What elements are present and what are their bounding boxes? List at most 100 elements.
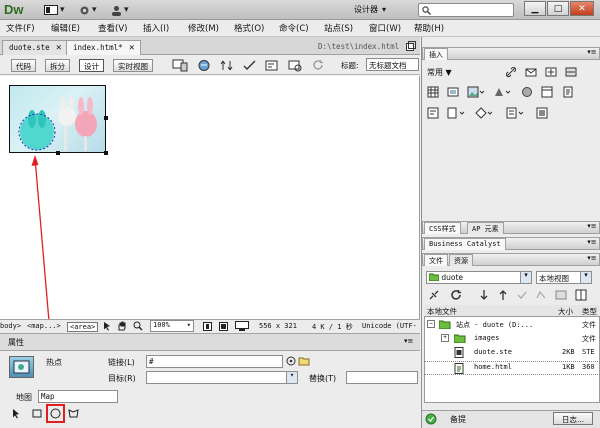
col-type[interactable]: 类型 [582,306,597,317]
file-row[interactable]: − 站点 - duote (D:... 文件 [424,319,600,333]
expand-icon[interactable]: + [441,334,449,342]
file-management-icon[interactable] [220,59,234,72]
tab-ap-elements[interactable]: AP 元素 [467,222,504,234]
select-tool-icon[interactable] [103,321,112,331]
connect-icon[interactable] [428,289,440,301]
site-select[interactable]: duote ▾ [426,271,532,284]
link-input[interactable]: # [146,355,283,368]
script-icon[interactable] [475,107,495,119]
circle-hotspot-tool-highlight[interactable] [46,404,65,423]
close-icon[interactable]: ✕ [129,43,135,52]
map-name-input[interactable]: Map [38,390,118,403]
split-view-button[interactable]: 拆分 [45,59,70,72]
live-view-button[interactable]: 实时视图 [113,59,153,72]
menu-site[interactable]: 站点(S) [324,22,353,34]
menu-file[interactable]: 文件(F) [6,22,35,34]
code-view-button[interactable]: 代码 [11,59,36,72]
menu-commands[interactable]: 命令(C) [279,22,309,34]
rectangle-hotspot-tool-icon[interactable] [32,408,43,419]
multiscreen-icon[interactable] [172,59,188,72]
named-anchor-icon[interactable] [545,66,557,78]
get-files-icon[interactable] [478,289,490,301]
window-dimensions[interactable]: 556 x 321 [259,322,297,330]
expand-icon[interactable] [575,289,587,301]
server-include-icon[interactable] [562,86,574,98]
menu-modify[interactable]: 修改(M) [188,22,219,34]
collapse-icon[interactable]: − [427,320,435,328]
panel-menu-icon[interactable]: ▾≡ [585,254,599,262]
resize-handle[interactable] [56,151,60,155]
tag-area[interactable]: <area> [67,322,99,332]
log-button[interactable]: 日志... [553,412,593,425]
close-icon[interactable]: ✕ [56,43,62,52]
workspace-switcher[interactable]: 设计器 ▾ [354,3,410,16]
zoom-tool-icon[interactable] [133,321,143,331]
image-icon[interactable] [467,86,485,98]
image-map-photo[interactable] [9,85,106,153]
point-to-file-icon[interactable] [286,356,296,366]
check-out-icon[interactable] [516,289,528,301]
polygon-hotspot-tool-icon[interactable] [68,408,79,419]
visual-aids-icon[interactable] [265,59,279,72]
tab-css-styles[interactable]: CSS样式 [424,222,461,234]
close-button[interactable]: ✕ [570,1,594,16]
menu-edit[interactable]: 编辑(E) [51,22,80,34]
design-view-button[interactable]: 设计 [79,59,104,72]
file-row[interactable]: duote.ste 2KB STE [424,347,600,361]
resize-handle[interactable] [104,151,108,155]
tab-index-html[interactable]: index.html* ✕ [66,40,141,55]
title-input[interactable]: 无标题文档 [366,58,419,71]
file-row[interactable]: home.html 1KB 360 [424,361,600,375]
alt-input[interactable] [346,371,418,384]
tag-body[interactable]: body> [0,322,21,330]
refresh-icon[interactable] [312,59,324,71]
tag-chooser-icon[interactable] [536,107,548,119]
date-icon[interactable] [541,86,553,98]
refresh-icon[interactable] [450,289,462,301]
widget-icon[interactable] [521,86,533,98]
tag-map[interactable]: <map...> [27,322,61,330]
panel-menu-icon[interactable]: ▾≡ [585,238,599,246]
zoom-select[interactable]: 100% ▾ [150,320,194,332]
tab-duote-ste[interactable]: duote.ste ✕ [2,40,68,55]
restore-icon[interactable] [406,41,416,51]
pointer-hotspot-tool-icon[interactable] [12,408,21,419]
resize-handle[interactable] [104,116,108,120]
desktop-icon[interactable] [235,321,249,331]
tablet-icon[interactable] [219,322,228,331]
table-icon[interactable] [427,86,439,98]
hand-tool-icon[interactable] [117,321,127,331]
file-row[interactable]: + images 文件 [424,333,600,347]
view-select[interactable]: 本地视图 ▾ [536,271,592,284]
horizontal-rule-icon[interactable] [565,66,577,78]
panel-menu-icon[interactable]: ▾≡ [585,222,599,230]
panel-menu-icon[interactable]: ▾≡ [404,337,413,345]
head-icon[interactable] [447,107,467,119]
gear-icon[interactable]: ▾ [79,4,97,16]
comment-icon[interactable] [427,107,439,119]
col-local-files[interactable]: 本地文件 [427,306,457,317]
target-select[interactable]: ▾ [146,371,298,384]
media-icon[interactable] [493,86,511,98]
menu-help[interactable]: 帮助(H) [414,22,444,34]
templates-icon[interactable] [506,107,526,119]
user-icon[interactable]: ▾ [111,4,129,16]
check-icon[interactable] [243,59,257,72]
menu-format[interactable]: 格式(O) [234,22,264,34]
menu-insert[interactable]: 插入(I) [143,22,169,34]
put-files-icon[interactable] [497,289,509,301]
col-size[interactable]: 大小 [558,306,573,317]
tab-files[interactable]: 文件 [424,254,448,266]
email-link-icon[interactable] [525,66,537,78]
folder-icon[interactable] [298,356,310,366]
minimize-button[interactable]: ▁ [524,1,546,16]
tab-insert[interactable]: 插入 [424,48,448,60]
design-tools-icon[interactable] [288,59,302,72]
synchronize-icon[interactable] [555,289,567,301]
search-input[interactable] [418,3,514,17]
maximize-button[interactable]: □ [547,1,569,16]
insert-div-icon[interactable] [447,86,459,98]
layout-icon[interactable]: ▾ [44,4,65,16]
tab-business-catalyst[interactable]: Business Catalyst [424,238,506,250]
panel-menu-icon[interactable]: ▾≡ [585,48,599,56]
